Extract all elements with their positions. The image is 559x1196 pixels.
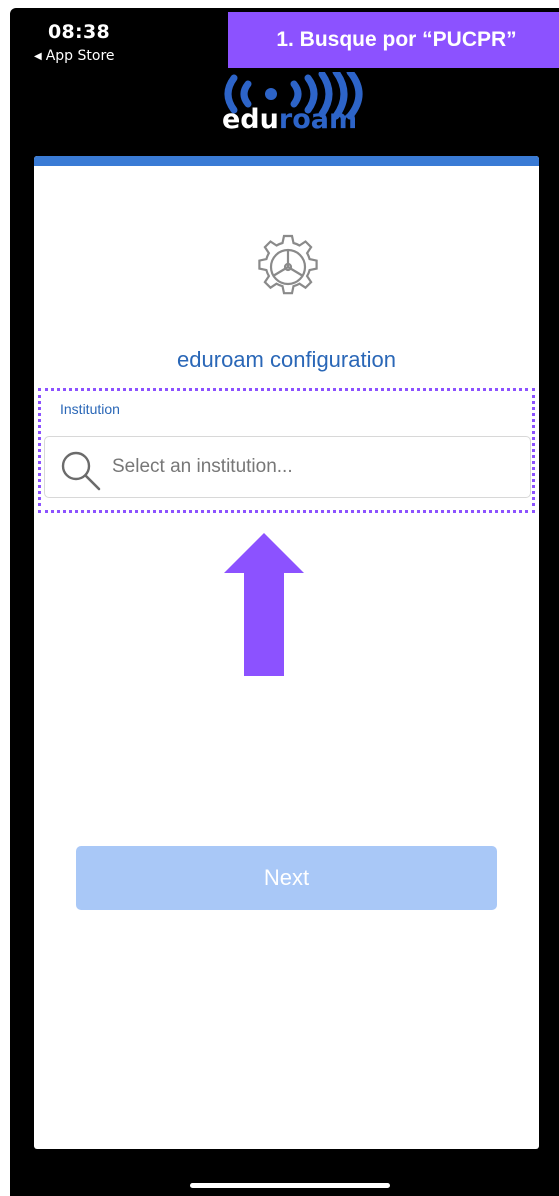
card-header-bar <box>34 156 539 166</box>
institution-highlight-box <box>38 388 535 513</box>
configuration-title: eduroam configuration <box>177 347 396 372</box>
phone-screen: 08:38 ◀ App Store eduroam eduroam config… <box>10 8 559 1196</box>
home-indicator[interactable] <box>190 1183 390 1188</box>
instruction-banner: 1. Busque por “PUCPR” <box>228 12 559 68</box>
gear-icon <box>253 232 323 302</box>
next-button[interactable]: Next <box>76 846 497 910</box>
svg-text:eduroam: eduroam <box>222 104 357 135</box>
logo-text-edu: edu <box>222 104 279 135</box>
eduroam-logo: eduroam <box>212 72 382 136</box>
status-time: 08:38 <box>48 21 110 43</box>
back-arrow-icon: ◀ <box>34 50 42 62</box>
configuration-card: eduroam configuration Institution Select… <box>34 156 539 1149</box>
logo-text-roam: roam <box>279 104 357 135</box>
back-label: App Store <box>45 48 115 64</box>
back-to-app-store-link[interactable]: ◀ App Store <box>34 48 115 64</box>
arrow-up-icon <box>224 533 304 676</box>
